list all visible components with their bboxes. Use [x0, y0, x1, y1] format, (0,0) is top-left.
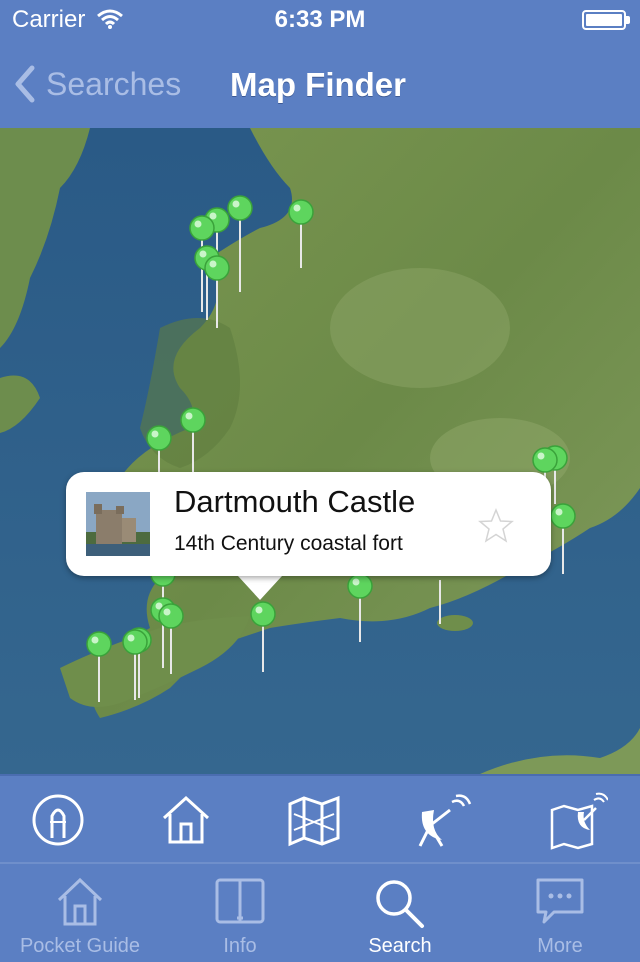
- back-button[interactable]: Searches: [14, 60, 181, 108]
- house-icon: [57, 877, 103, 926]
- book-icon: [215, 878, 265, 924]
- tab-bar: Pocket Guide Info Search More: [0, 862, 640, 962]
- map-view[interactable]: [0, 128, 640, 774]
- map-satellite-icon[interactable]: [548, 790, 608, 850]
- back-label: Searches: [46, 65, 182, 102]
- callout-subtitle: 14th Century coastal fort: [174, 532, 403, 555]
- satellite-dish-icon[interactable]: [412, 790, 472, 850]
- status-bar: Carrier 6:33 PM: [0, 0, 640, 40]
- map-pin[interactable]: [548, 502, 578, 602]
- tab-info[interactable]: Info: [160, 864, 320, 962]
- map-pin[interactable]: [84, 630, 114, 730]
- chat-bubble-icon: [536, 878, 584, 924]
- toolbar: [0, 774, 640, 864]
- battery-tip: [626, 16, 630, 24]
- map-icon[interactable]: [284, 790, 344, 850]
- tab-label: Info: [223, 935, 257, 957]
- map-pin[interactable]: [202, 254, 232, 354]
- battery-icon: [582, 10, 626, 30]
- map-pin[interactable]: [120, 628, 150, 728]
- star-icon[interactable]: [476, 506, 516, 546]
- castle-thumbnail: [86, 492, 150, 556]
- callout-title: Dartmouth Castle: [174, 484, 416, 519]
- navigation-bar: Searches Map Finder: [0, 40, 640, 128]
- tab-more[interactable]: More: [480, 864, 640, 962]
- tab-label: Pocket Guide: [19, 935, 141, 957]
- search-icon: [376, 880, 424, 928]
- map-pin[interactable]: [345, 572, 375, 672]
- chevron-left-icon: [15, 65, 35, 103]
- house-icon[interactable]: [156, 790, 216, 850]
- map-pin[interactable]: [156, 602, 186, 702]
- clock: 6:33 PM: [274, 6, 366, 33]
- map-callout[interactable]: Dartmouth Castle 14th Century coastal fo…: [66, 472, 551, 576]
- tab-search[interactable]: Search: [320, 864, 480, 962]
- lighthouse-icon[interactable]: [28, 790, 88, 850]
- map-pin[interactable]: [286, 198, 316, 298]
- tab-label: Search: [368, 935, 432, 957]
- tab-label: More: [537, 935, 583, 957]
- callout-tail: [238, 576, 282, 600]
- page-title: Map Finder: [230, 66, 407, 103]
- map-pin-selected[interactable]: [248, 600, 278, 700]
- tab-pocket-guide[interactable]: Pocket Guide: [0, 864, 160, 962]
